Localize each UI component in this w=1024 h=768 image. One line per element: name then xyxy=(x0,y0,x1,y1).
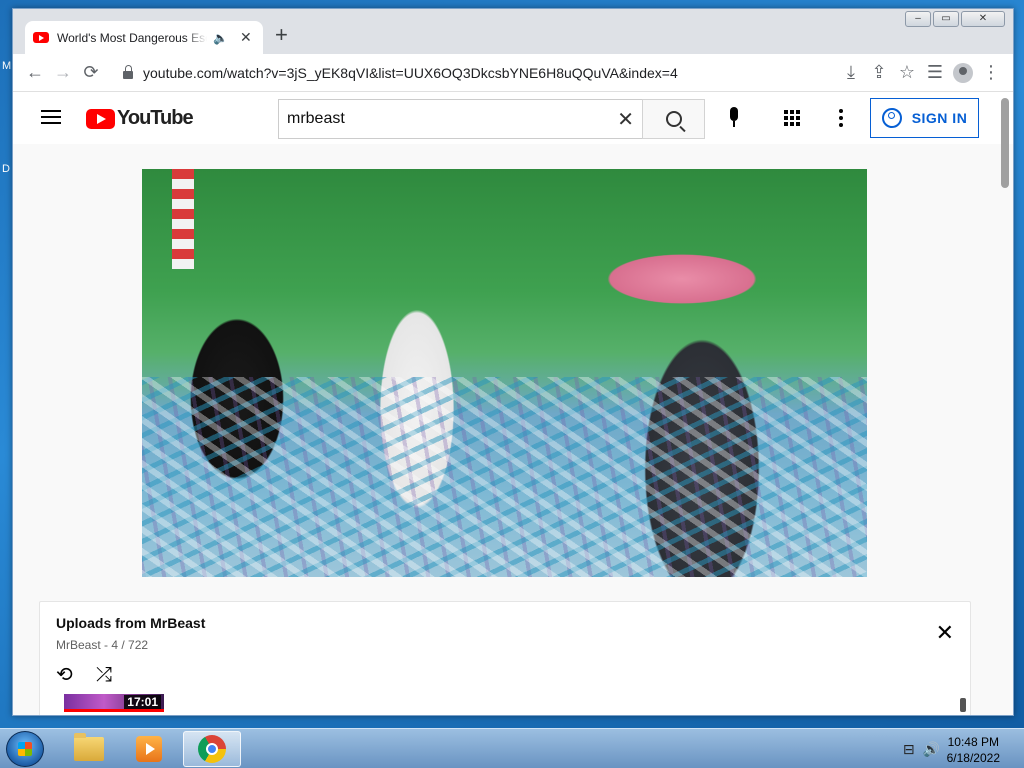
chrome-icon xyxy=(198,735,226,763)
search-input[interactable]: mrbeast ✕ xyxy=(278,99,642,139)
desktop-edge-letter: M xyxy=(2,60,12,72)
start-button[interactable] xyxy=(6,731,44,767)
address-bar[interactable]: youtube.com/watch?v=3jS_yEK8qVI&list=UUX… xyxy=(113,58,837,88)
search-query: mrbeast xyxy=(287,110,345,127)
clock-date: 6/18/2022 xyxy=(946,751,1000,765)
playlist-channel[interactable]: MrBeast xyxy=(56,638,101,652)
clock[interactable]: 10:48 PM 6/18/2022 xyxy=(947,734,1000,766)
window-controls: – ▭ ✕ xyxy=(905,11,1005,27)
desktop-edge-letter: D xyxy=(2,163,10,175)
profile-avatar-icon xyxy=(953,62,973,83)
search-button[interactable] xyxy=(642,99,705,139)
new-tab-button[interactable]: + xyxy=(275,23,288,47)
account-icon xyxy=(881,108,902,128)
clear-search-icon[interactable]: ✕ xyxy=(617,107,634,132)
youtube-page: YouTube mrbeast ✕ SIGN IN Uploads from M… xyxy=(13,92,1013,715)
search-icon xyxy=(665,111,682,127)
browser-menu-icon[interactable]: ⋮ xyxy=(977,59,1005,87)
install-app-icon[interactable]: ⤓ xyxy=(837,59,865,87)
volume-icon[interactable]: 🔊 xyxy=(923,741,940,758)
sign-in-button[interactable]: SIGN IN xyxy=(870,98,979,138)
video-frame-detail xyxy=(142,377,867,577)
reload-button[interactable]: ⟳ xyxy=(77,59,105,87)
youtube-favicon-icon xyxy=(33,32,49,43)
network-icon[interactable]: ⊟ xyxy=(903,741,915,758)
explorer-taskbar-button[interactable] xyxy=(60,731,118,767)
playlist-panel: Uploads from MrBeast MrBeast - 4 / 722 ✕… xyxy=(39,601,971,715)
media-player-taskbar-button[interactable] xyxy=(120,731,178,767)
playlist-position: 4 / 722 xyxy=(111,638,149,652)
youtube-play-icon xyxy=(86,108,115,129)
youtube-header: YouTube mrbeast ✕ SIGN IN xyxy=(13,92,1013,144)
media-player-icon xyxy=(136,736,162,762)
speaker-icon[interactable]: 🔈 xyxy=(213,31,228,45)
apps-grid-icon[interactable] xyxy=(784,110,800,126)
taskbar: ⊟ 🔊 10:48 PM 6/18/2022 xyxy=(0,728,1024,768)
lock-icon xyxy=(123,64,133,79)
browser-tab[interactable]: World's Most Dangerous Esc 🔈 ✕ xyxy=(25,21,263,54)
browser-toolbar: ← → ⟳ youtube.com/watch?v=3jS_yEK8qVI&li… xyxy=(13,54,1013,92)
sign-in-label: SIGN IN xyxy=(911,110,968,126)
settings-menu-icon[interactable] xyxy=(839,109,843,127)
video-frame-detail xyxy=(172,169,194,269)
playlist-title[interactable]: Uploads from MrBeast xyxy=(56,615,205,631)
close-playlist-icon[interactable]: ✕ xyxy=(936,622,954,644)
video-duration: 17:01 xyxy=(124,695,161,709)
url-text: youtube.com/watch?v=3jS_yEK8qVI&list=UUX… xyxy=(143,64,678,81)
title-bar: World's Most Dangerous Esc 🔈 ✕ + – ▭ ✕ xyxy=(13,9,1013,54)
page-scrollbar[interactable] xyxy=(1001,98,1009,188)
maximize-button[interactable]: ▭ xyxy=(933,11,959,27)
youtube-logo[interactable]: YouTube xyxy=(86,107,194,130)
system-tray: ⊟ 🔊 xyxy=(903,741,940,758)
hamburger-menu-icon[interactable] xyxy=(41,110,61,124)
playlist-item-thumbnail[interactable]: 17:01 xyxy=(64,694,164,712)
shuffle-playlist-icon[interactable]: ⤮ xyxy=(96,664,118,686)
tab-title: World's Most Dangerous Esc xyxy=(57,30,207,45)
playlist-scrollbar[interactable] xyxy=(960,698,966,712)
loop-playlist-icon[interactable]: ⟲ xyxy=(56,664,78,686)
minimize-button[interactable]: – xyxy=(905,11,931,27)
close-window-button[interactable]: ✕ xyxy=(961,11,1005,27)
tab-close-icon[interactable]: ✕ xyxy=(240,29,252,46)
reading-list-icon[interactable]: ☰ xyxy=(921,59,949,87)
playlist-subtitle: MrBeast - 4 / 722 xyxy=(56,638,149,652)
voice-search-icon[interactable] xyxy=(725,107,743,131)
folder-icon xyxy=(74,733,104,761)
clock-time: 10:48 PM xyxy=(947,735,999,749)
chrome-taskbar-button[interactable] xyxy=(183,731,241,767)
youtube-logo-text: YouTube xyxy=(117,107,194,129)
video-player[interactable] xyxy=(142,169,867,577)
share-icon[interactable]: ⇪ xyxy=(865,59,893,87)
forward-button[interactable]: → xyxy=(49,59,77,87)
bookmark-star-icon[interactable]: ☆ xyxy=(893,59,921,87)
profile-button[interactable] xyxy=(949,59,977,87)
browser-window: World's Most Dangerous Esc 🔈 ✕ + – ▭ ✕ ←… xyxy=(12,8,1014,716)
back-button[interactable]: ← xyxy=(21,59,49,87)
